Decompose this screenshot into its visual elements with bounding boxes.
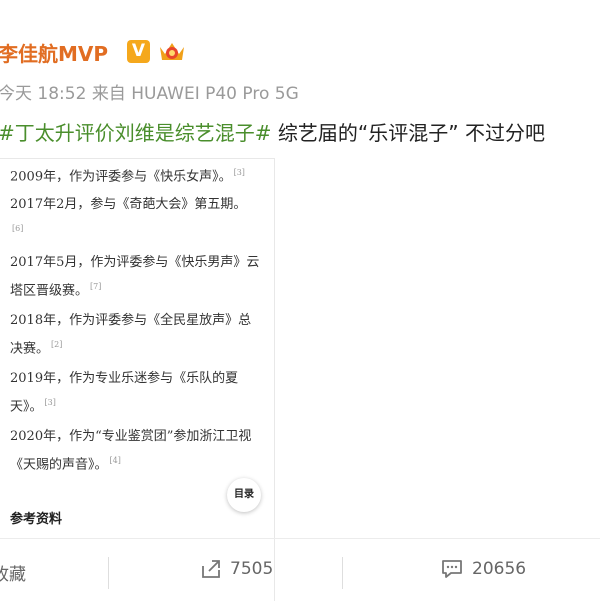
repost-count: 7505 bbox=[230, 559, 274, 579]
post-body: 综艺届的“乐评混子” 不过分吧 bbox=[271, 121, 545, 145]
share-icon bbox=[202, 560, 220, 578]
username[interactable]: 李佳航MVP bbox=[0, 38, 108, 67]
comment-button[interactable]: 20656 bbox=[440, 558, 526, 580]
entry-2017-05: 2017年5月，作为评委参与《快乐男声》云塔区晋级赛。 [7] bbox=[10, 255, 260, 299]
toc-button[interactable]: 目录 bbox=[227, 478, 261, 512]
entry-2020: 2020年，作为“专业鉴赏团”参加浙江卫视《天赐的声音》。 [4] bbox=[10, 429, 252, 473]
action-divider bbox=[0, 538, 600, 539]
collect-button[interactable]: 收藏 bbox=[0, 560, 26, 585]
vip-badge-icon: V bbox=[127, 40, 150, 63]
hashtag-link[interactable]: #丁太升评价刘维是综艺混子# bbox=[0, 121, 272, 145]
action-separator bbox=[108, 557, 109, 589]
entry-2009: 2009年，作为评委参与《快乐女声》。 [3] bbox=[10, 168, 245, 185]
screenshot-card: 2009年，作为评委参与《快乐女声》。 [3] 2017年2月，参与《奇葩大会》第… bbox=[0, 158, 275, 601]
crown-badge-icon bbox=[160, 43, 184, 60]
post-text: #丁太升评价刘维是综艺混子# 综艺届的“乐评混子” 不过分吧 bbox=[0, 117, 545, 146]
comment-icon bbox=[442, 560, 462, 578]
entry-2018: 2018年，作为评委参与《全民星放声》总决赛。 [2] bbox=[10, 313, 252, 357]
repost-button[interactable]: 7505 bbox=[200, 558, 273, 580]
references-title: 参考资料 bbox=[10, 512, 63, 527]
post-source: 来自 HUAWEI P40 Pro 5G bbox=[91, 84, 299, 104]
entry-2019: 2019年，作为专业乐迷参与《乐队的夏天》。 [3] bbox=[10, 371, 239, 415]
action-separator bbox=[342, 557, 343, 589]
entry-2017-02: 2017年2月，参与《奇葩大会》第五期。 [6] bbox=[10, 197, 247, 233]
post-meta: 今天 18:52 来自 HUAWEI P40 Pro 5G bbox=[0, 79, 299, 104]
comment-count: 20656 bbox=[472, 559, 527, 579]
post-timestamp: 今天 18:52 bbox=[0, 84, 87, 104]
